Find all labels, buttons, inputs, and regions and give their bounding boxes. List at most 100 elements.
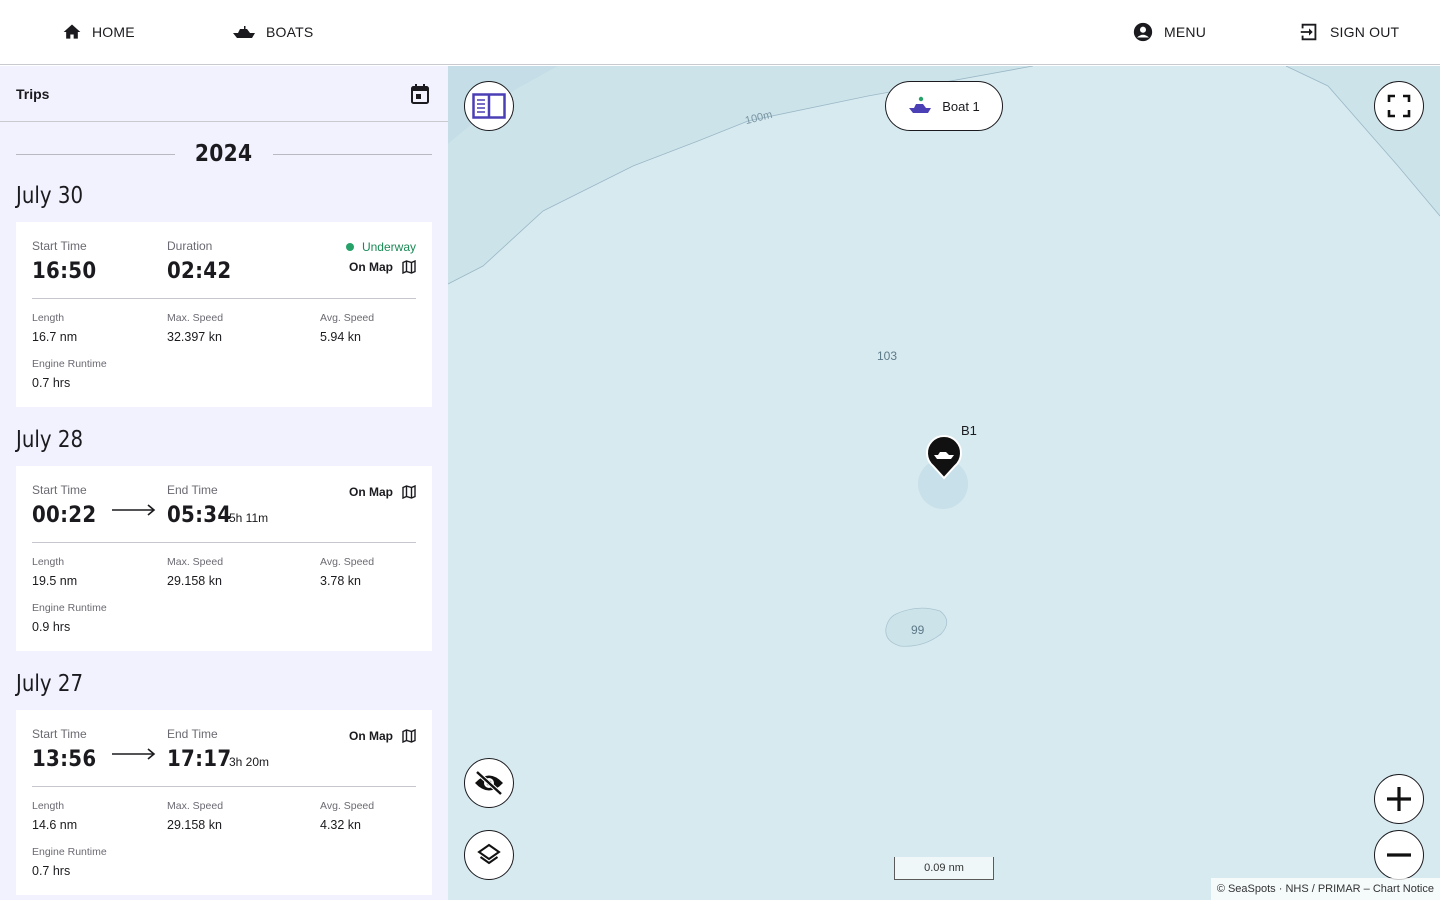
on-map-label: On Map <box>349 260 393 274</box>
start-time-label: Start Time <box>32 483 87 497</box>
arrow-right-icon <box>112 748 156 760</box>
map-icon <box>402 260 416 274</box>
avg-speed-label: Avg. Speed <box>320 800 375 812</box>
engine-runtime-label: Engine Runtime <box>32 358 107 370</box>
boat-icon <box>909 96 932 113</box>
status-dot-icon <box>345 243 354 251</box>
minus-icon <box>1387 853 1411 857</box>
length-value: 16.7 nm <box>32 330 78 344</box>
trips-header: Trips <box>0 66 448 122</box>
trips-title: Trips <box>16 85 50 102</box>
end-time-value: 17:17 <box>167 747 232 772</box>
fullscreen-button[interactable] <box>1374 81 1424 131</box>
date-heading: July 28 <box>16 427 84 453</box>
nav-home-label: HOME <box>92 24 135 40</box>
avg-speed-value: 4.32 kn <box>320 818 362 832</box>
calendar-icon[interactable] <box>410 83 430 105</box>
avg-speed-label: Avg. Speed <box>320 556 375 568</box>
nav-menu-button[interactable]: MENU <box>1132 0 1206 64</box>
boat-selector-button[interactable]: Boat 1 <box>885 81 1003 131</box>
status-badge: Underway <box>345 240 416 254</box>
end-time-label: End Time <box>167 727 218 741</box>
trips-sidebar: Trips 2024 July 30 Start Time 16:50 Dura… <box>0 66 448 900</box>
sidebar-panel-icon <box>472 93 506 119</box>
engine-runtime-value: 0.9 hrs <box>32 620 71 634</box>
map-attribution[interactable]: © SeaSpots · NHS / PRIMAR – Chart Notice <box>1210 878 1440 900</box>
length-value: 19.5 nm <box>32 574 78 588</box>
trip-card[interactable]: Start Time 13:56 End Time 17:17 3h 20m O… <box>16 710 432 895</box>
arrow-right-icon <box>112 504 156 516</box>
engine-runtime-value: 0.7 hrs <box>32 864 71 878</box>
depth-sounding: 99 <box>911 623 925 637</box>
depth-sounding: 103 <box>877 349 898 363</box>
nav-signout-button[interactable]: SIGN OUT <box>1298 0 1399 64</box>
visibility-off-icon <box>475 770 503 796</box>
divider-line <box>272 153 432 155</box>
on-map-label: On Map <box>349 729 393 743</box>
zoom-out-button[interactable] <box>1374 830 1424 880</box>
avg-speed-value: 5.94 kn <box>320 330 362 344</box>
attribution-text: © SeaSpots · NHS / PRIMAR – Chart Notice <box>1216 883 1434 895</box>
nav-menu-label: MENU <box>1164 24 1207 40</box>
max-speed-value: 32.397 kn <box>167 330 222 344</box>
trip-card-summary: Start Time 13:56 End Time 17:17 3h 20m O… <box>32 710 416 787</box>
max-speed-value: 29.158 kn <box>167 818 222 832</box>
trip-card-stats: Length 14.6 nm Max. Speed 29.158 kn Avg.… <box>32 787 416 895</box>
on-map-label: On Map <box>349 485 393 499</box>
on-map-toggle[interactable]: On Map <box>349 485 416 499</box>
status-text: Underway <box>361 240 416 254</box>
trip-duration: 5h 11m <box>229 511 269 525</box>
trip-card-stats: Length 16.7 nm Max. Speed 32.397 kn Avg.… <box>32 299 416 407</box>
map-icon <box>402 729 416 743</box>
home-icon <box>63 24 81 39</box>
end-time-label: End Time <box>167 483 218 497</box>
nav-signout-label: SIGN OUT <box>1330 24 1400 40</box>
nav-boats-link[interactable]: BOATS <box>232 0 313 64</box>
nav-home-link[interactable]: HOME <box>62 0 135 64</box>
start-time-value: 13:56 <box>32 747 97 772</box>
length-label: Length <box>32 556 65 568</box>
on-map-toggle[interactable]: On Map <box>349 729 416 743</box>
year-label: 2024 <box>195 141 253 167</box>
map-layers-button[interactable] <box>464 830 514 880</box>
trip-card[interactable]: Start Time 00:22 End Time 05:34 5h 11m O… <box>16 466 432 651</box>
length-value: 14.6 nm <box>32 818 78 832</box>
trip-duration: 3h 20m <box>229 755 270 769</box>
boat-selector-label: Boat 1 <box>942 98 980 114</box>
top-navigation-bar: HOME BOATS MENU SIGN OUT <box>0 0 1440 65</box>
plus-icon <box>1387 787 1411 811</box>
engine-runtime-value: 0.7 hrs <box>32 376 71 390</box>
duration-label: Duration <box>167 239 213 253</box>
on-map-toggle[interactable]: On Map <box>349 260 416 274</box>
length-label: Length <box>32 800 65 812</box>
fullscreen-icon <box>1387 94 1411 118</box>
length-label: Length <box>32 312 65 324</box>
nautical-map[interactable]: 100m 103 99 B1 Boat 1 0.09 nm © SeaSpots… <box>448 66 1440 900</box>
date-heading: July 27 <box>16 671 84 697</box>
max-speed-label: Max. Speed <box>167 312 224 324</box>
map-icon <box>402 485 416 499</box>
nav-boats-label: BOATS <box>266 24 314 40</box>
engine-runtime-label: Engine Runtime <box>32 602 107 614</box>
map-depth-areas <box>448 66 1440 647</box>
trip-card-stats: Length 19.5 nm Max. Speed 29.158 kn Avg.… <box>32 543 416 651</box>
boat-location-marker-icon[interactable] <box>924 434 964 480</box>
boat-icon <box>233 26 255 38</box>
zoom-in-button[interactable] <box>1374 774 1424 824</box>
max-speed-label: Max. Speed <box>167 556 224 568</box>
account-icon <box>1133 22 1153 42</box>
layers-icon <box>477 843 501 865</box>
duration-value: 02:42 <box>167 259 232 284</box>
end-time-value: 05:34 <box>167 503 232 528</box>
trip-card[interactable]: Start Time 16:50 Duration 02:42 Underway… <box>16 222 432 407</box>
boat-marker-label: B1 <box>961 423 977 438</box>
trip-card-summary: Start Time 16:50 Duration 02:42 Underway… <box>32 222 416 299</box>
engine-runtime-label: Engine Runtime <box>32 846 107 858</box>
avg-speed-label: Avg. Speed <box>320 312 375 324</box>
start-time-value: 16:50 <box>32 259 97 284</box>
start-time-value: 00:22 <box>32 503 97 528</box>
hide-layers-button[interactable] <box>464 758 514 808</box>
toggle-sidebar-button[interactable] <box>464 81 514 131</box>
start-time-label: Start Time <box>32 239 87 253</box>
avg-speed-value: 3.78 kn <box>320 574 362 588</box>
